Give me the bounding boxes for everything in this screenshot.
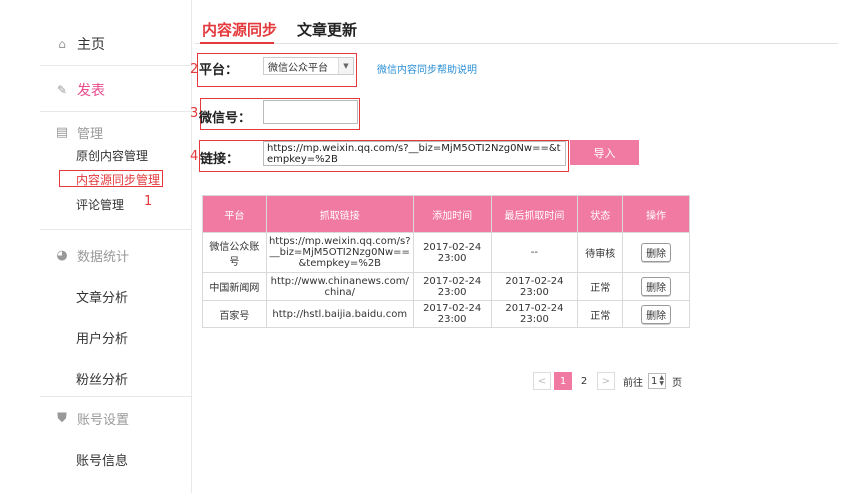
cell-platform: 百家号 xyxy=(202,300,267,328)
next-page-button[interactable]: > xyxy=(597,372,615,390)
column-header: 操作 xyxy=(622,195,690,233)
sidebar-item-home[interactable]: ⌂ 主页 xyxy=(55,34,206,54)
platform-select[interactable]: 微信公众平台 ▼ xyxy=(263,57,354,75)
goto-page-value: 1 xyxy=(651,375,658,387)
sidebar-section-stats: ◕ 数据统计 xyxy=(55,246,206,265)
cell-added: 2017-02-24 23:00 xyxy=(412,300,492,328)
sync-table: 平台 抓取链接 添加时间 最后抓取时间 状态 操作 微信公众账号 https:/… xyxy=(202,195,690,328)
shield-icon: ⛊ xyxy=(57,411,67,426)
link-input[interactable]: https://mp.weixin.qq.com/s?__biz=MjM5OTI… xyxy=(263,141,566,166)
table-row: 微信公众账号 https://mp.weixin.qq.com/s?__biz=… xyxy=(202,232,690,273)
tab-bar-line xyxy=(195,43,838,44)
column-header: 添加时间 xyxy=(412,195,492,233)
cell-status: 待审核 xyxy=(577,232,624,273)
platform-select-value: 微信公众平台 xyxy=(268,62,328,74)
cell-added: 2017-02-24 23:00 xyxy=(412,232,492,273)
spinner-icon[interactable]: ▲ ▼ xyxy=(659,375,664,387)
cell-url: https://mp.weixin.qq.com/s?__biz=MjM5OTI… xyxy=(265,232,414,273)
tab-article-update[interactable]: 文章更新 xyxy=(297,19,357,40)
annotation-3: 3 xyxy=(190,106,199,121)
cell-last: 2017-02-24 23:00 xyxy=(490,300,579,328)
cell-added: 2017-02-24 23:00 xyxy=(412,272,492,301)
help-link[interactable]: 微信内容同步帮助说明 xyxy=(377,61,477,76)
link-label: 链接： xyxy=(200,152,240,167)
edit-icon: ✎ xyxy=(56,83,68,97)
cell-action: 删除 xyxy=(622,232,690,273)
wechat-label: 微信号： xyxy=(199,111,252,126)
divider xyxy=(40,111,191,112)
tab-source-sync[interactable]: 内容源同步 xyxy=(202,19,277,40)
delete-button[interactable]: 删除 xyxy=(641,277,672,296)
table-row: 百家号 http://hstl.baijia.baidu.com 2017-02… xyxy=(202,300,690,328)
cell-last: -- xyxy=(490,232,579,273)
import-button[interactable]: 导入 xyxy=(570,140,639,165)
sidebar-item-label: 发表 xyxy=(77,83,105,99)
sidebar-item-fans-analysis[interactable]: 粉丝分析 xyxy=(76,369,227,388)
column-header: 最后抓取时间 xyxy=(490,195,579,233)
delete-button[interactable]: 删除 xyxy=(641,304,672,324)
cell-status: 正常 xyxy=(577,272,624,301)
goto-page-input[interactable]: 1 ▲ ▼ xyxy=(648,373,666,389)
page-suffix: 页 xyxy=(672,377,682,389)
divider xyxy=(40,65,191,66)
table-row: 中国新闻网 http://www.chinanews.com/china/ 20… xyxy=(202,272,690,301)
page-button-current[interactable]: 1 xyxy=(554,372,572,390)
caret-down-icon: ▼ xyxy=(338,58,353,74)
active-tab-underline xyxy=(200,42,274,44)
sidebar-section-manage: ▤ 管理 xyxy=(55,123,206,142)
sidebar-item-account-info[interactable]: 账号信息 xyxy=(76,450,227,469)
cell-platform: 微信公众账号 xyxy=(202,232,267,273)
table-header-row: 平台 抓取链接 添加时间 最后抓取时间 状态 操作 xyxy=(202,195,690,233)
cell-last: 2017-02-24 23:00 xyxy=(490,272,579,301)
divider xyxy=(40,396,191,397)
cell-action: 删除 xyxy=(622,272,690,301)
sidebar-section-label: 账号设置 xyxy=(77,413,130,428)
home-icon: ⌂ xyxy=(58,37,66,51)
prev-page-button[interactable]: < xyxy=(533,372,551,390)
sidebar-section-label: 管理 xyxy=(77,127,104,142)
wechat-input[interactable] xyxy=(263,100,358,124)
column-header: 状态 xyxy=(577,195,624,233)
delete-button[interactable]: 删除 xyxy=(641,243,672,262)
document-icon: ▤ xyxy=(55,125,69,140)
cell-status: 正常 xyxy=(577,300,624,328)
sidebar-item-user-analysis[interactable]: 用户分析 xyxy=(76,328,227,347)
cell-url: http://hstl.baijia.baidu.com xyxy=(265,300,414,328)
annotation-1: 1 xyxy=(144,194,153,209)
annotation-4: 4 xyxy=(190,149,199,164)
divider xyxy=(40,229,191,230)
pie-chart-icon: ◕ xyxy=(56,248,68,263)
platform-label: 平台： xyxy=(199,63,239,78)
cell-platform: 中国新闻网 xyxy=(202,272,267,301)
sidebar-section-account: ⛊ 账号设置 xyxy=(55,409,206,428)
column-header: 抓取链接 xyxy=(265,195,414,233)
sidebar-item-source-sync[interactable]: 内容源同步管理 xyxy=(76,171,227,188)
sidebar: ⌂ 主页 ✎ 发表 ▤ 管理 原创内容管理 内容源同步管理 评论管理 1 ◕ 数… xyxy=(40,0,192,493)
column-header: 平台 xyxy=(202,195,267,233)
sidebar-item-publish[interactable]: ✎ 发表 xyxy=(55,80,206,100)
page-button[interactable]: 2 xyxy=(575,372,593,390)
cell-action: 删除 xyxy=(622,300,690,328)
sidebar-section-label: 数据统计 xyxy=(77,250,130,265)
sidebar-item-label: 主页 xyxy=(77,37,105,53)
goto-label: 前往 xyxy=(623,377,643,389)
cell-url: http://www.chinanews.com/china/ xyxy=(265,272,414,301)
